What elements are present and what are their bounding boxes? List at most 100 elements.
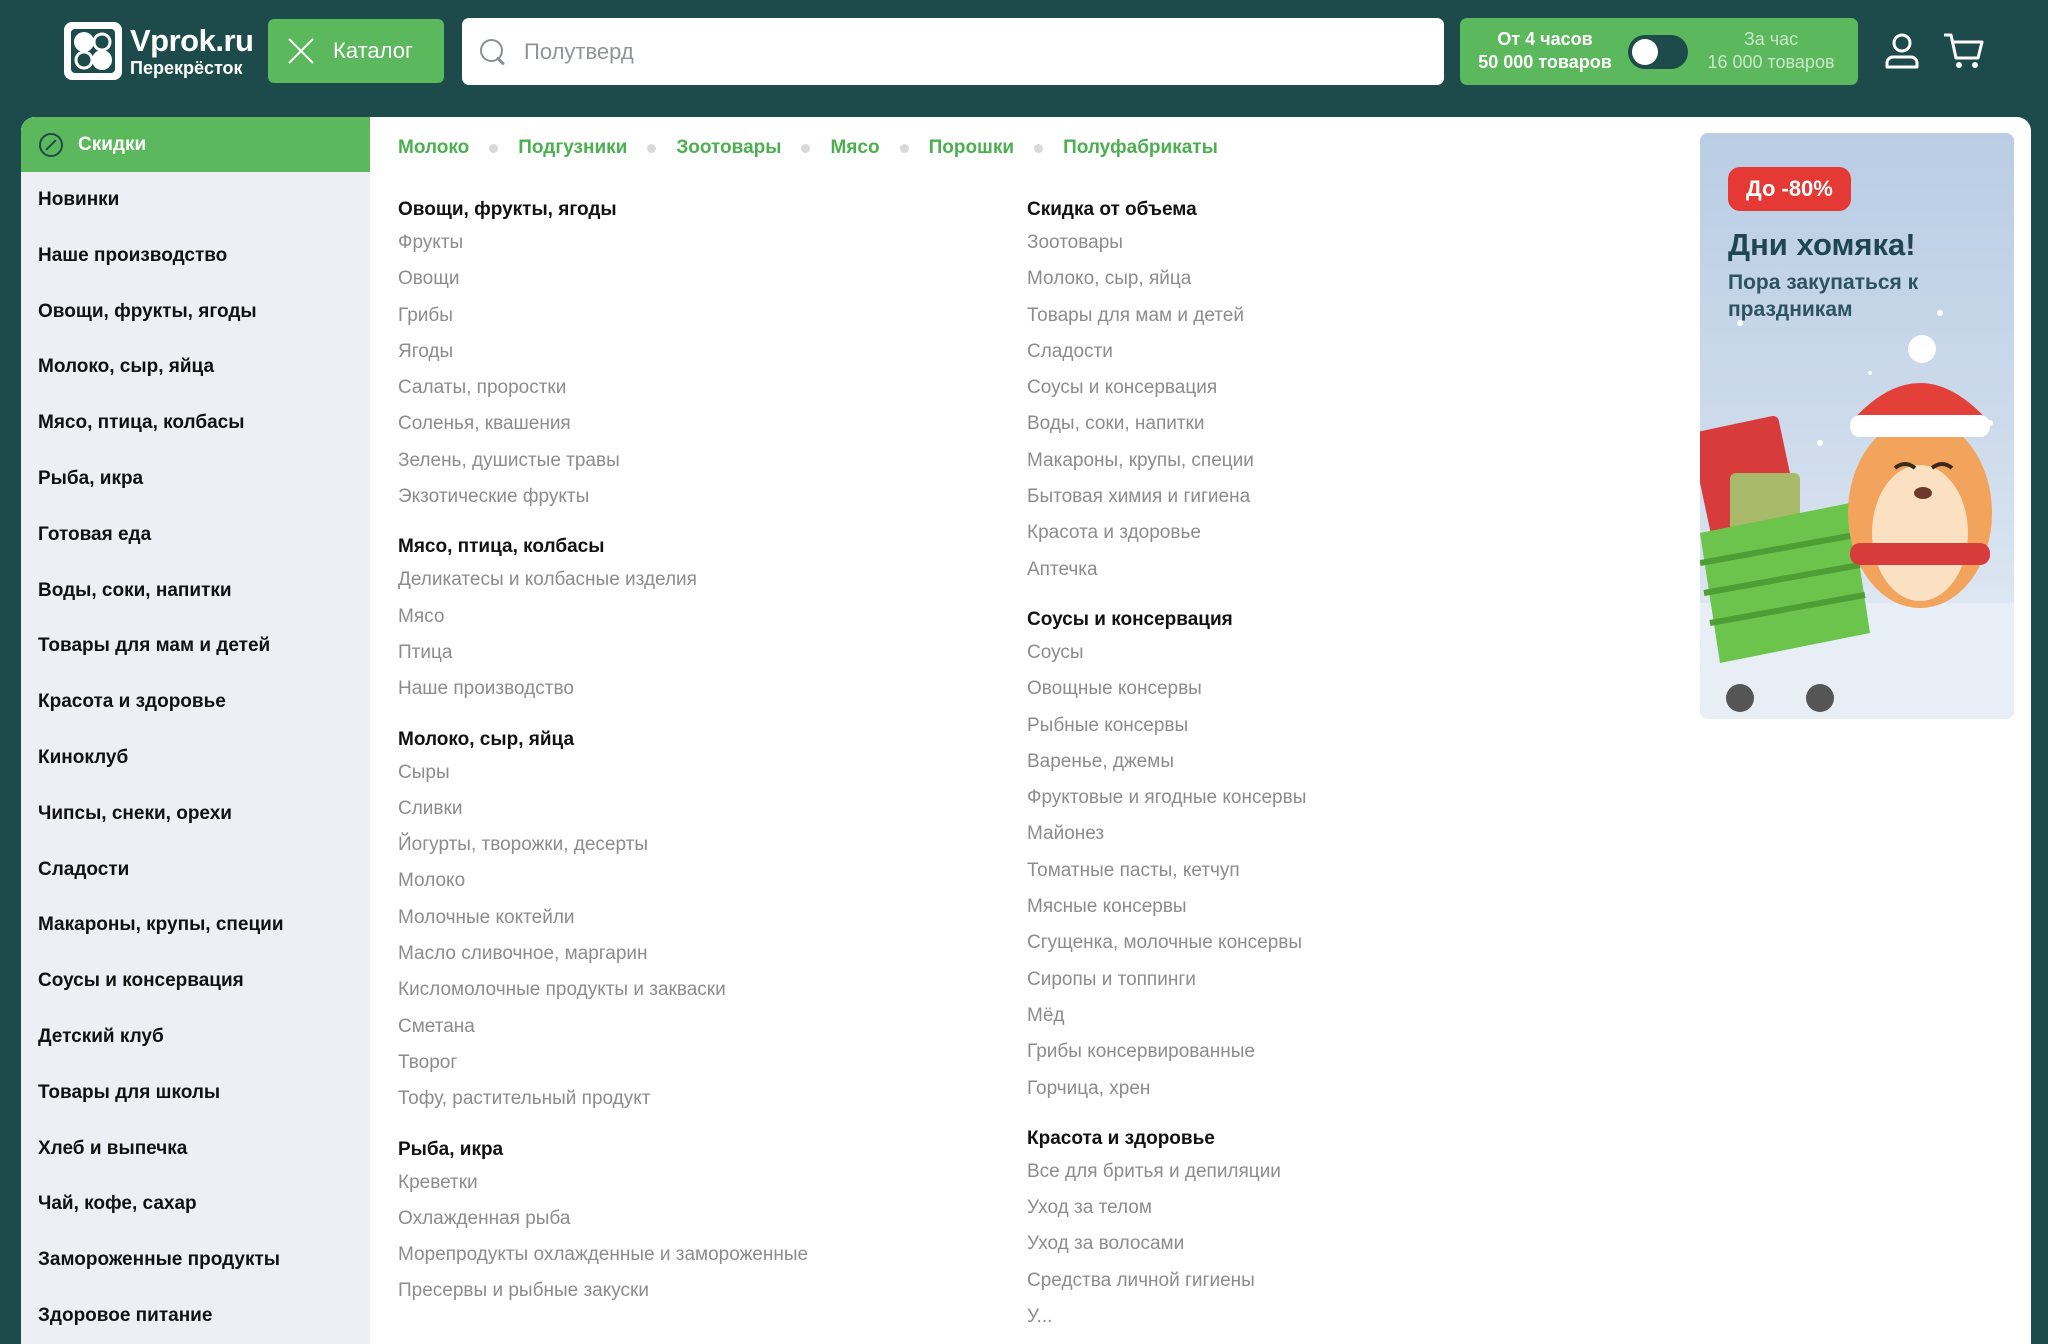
site-logo[interactable]: Vprok.ru Перекрёсток (64, 20, 254, 82)
subcategory-link[interactable]: Томатные пасты, кетчуп (1027, 853, 1647, 889)
sidebar-item[interactable]: Детский клуб (38, 1009, 358, 1065)
subcategory-link[interactable]: Сливки (398, 791, 1018, 827)
subcategory-group-title[interactable]: Скидка от объема (1027, 195, 1647, 225)
sidebar-item[interactable]: Соусы и консервация (38, 953, 358, 1009)
subcategory-link[interactable]: Рыбные консервы (1027, 708, 1647, 744)
sidebar-item[interactable]: Новинки (38, 172, 358, 228)
subcategory-link[interactable]: Сыры (398, 755, 1018, 791)
subcategory-link[interactable]: Наше производство (398, 671, 1018, 707)
quick-link[interactable]: Подгузники (518, 137, 627, 159)
subcategory-link[interactable]: Соусы (1027, 635, 1647, 671)
subcategory-link[interactable]: Воды, соки, напитки (1027, 406, 1647, 442)
subcategory-group-title[interactable]: Рыба, икра (398, 1135, 1018, 1165)
sidebar-item[interactable]: Хлеб и выпечка (38, 1121, 358, 1177)
subcategory-link[interactable]: Товары для мам и детей (1027, 298, 1647, 334)
subcategory-link[interactable]: Тофу, растительный продукт (398, 1081, 1018, 1117)
subcategory-link[interactable]: Грибы консервированные (1027, 1034, 1647, 1070)
sidebar-item-discounts[interactable]: Скидки (21, 117, 370, 172)
subcategory-link[interactable]: Фруктовые и ягодные консервы (1027, 780, 1647, 816)
subcategory-link[interactable]: Овощные консервы (1027, 671, 1647, 707)
sidebar-item[interactable]: Воды, соки, напитки (38, 563, 358, 619)
subcategory-link[interactable]: Салаты, проростки (398, 370, 1018, 406)
subcategory-link[interactable]: Творог (398, 1045, 1018, 1081)
subcategory-group-title[interactable]: Соусы и консервация (1027, 605, 1647, 635)
sidebar-item[interactable]: Мясо, птица, колбасы (38, 395, 358, 451)
subcategory-link[interactable]: Охлажденная рыба (398, 1201, 1018, 1237)
subcategory-link[interactable]: Средства личной гигиены (1027, 1263, 1647, 1299)
subcategory-link[interactable]: Макароны, крупы, специи (1027, 443, 1647, 479)
sidebar-item[interactable]: Замороженные продукты (38, 1232, 358, 1288)
sidebar-item[interactable]: Рыба, икра (38, 451, 358, 507)
sidebar-item[interactable]: Здоровое питание (38, 1288, 358, 1344)
subcategory-link[interactable]: Деликатесы и колбасные изделия (398, 562, 1018, 598)
subcategory-link[interactable]: Горчица, хрен (1027, 1071, 1647, 1107)
subcategory-link[interactable]: Мясные консервы (1027, 889, 1647, 925)
sidebar-item[interactable]: Макароны, крупы, специи (38, 897, 358, 953)
subcategory-link[interactable]: Пресервы и рыбные закуски (398, 1273, 1018, 1309)
subcategory-link[interactable]: Уход за волосами (1027, 1226, 1647, 1262)
subcategory-link[interactable]: Молочные коктейли (398, 900, 1018, 936)
subcategory-link[interactable]: Майонез (1027, 816, 1647, 852)
delivery-toggle[interactable] (1628, 35, 1688, 69)
subcategory-link[interactable]: Все для бритья и депиляции (1027, 1154, 1647, 1190)
subcategory-group-title[interactable]: Молоко, сыр, яйца (398, 725, 1018, 755)
subcategory-link[interactable]: Зелень, душистые травы (398, 443, 1018, 479)
subcategory-link[interactable]: Масло сливочное, маргарин (398, 936, 1018, 972)
subcategory-link[interactable]: Молоко, сыр, яйца (1027, 261, 1647, 297)
sidebar-item[interactable]: Чай, кофе, сахар (38, 1176, 358, 1232)
subcategory-link[interactable]: Соленья, квашения (398, 406, 1018, 442)
subcategory-link[interactable]: Ягоды (398, 334, 1018, 370)
cart-icon[interactable] (1944, 32, 1984, 70)
sidebar-item[interactable]: Чипсы, снеки, орехи (38, 786, 358, 842)
subcategory-link[interactable]: У... (1027, 1299, 1647, 1335)
subcategory-link[interactable]: Грибы (398, 298, 1018, 334)
sidebar-item[interactable]: Овощи, фрукты, ягоды (38, 284, 358, 340)
search-icon[interactable] (478, 37, 508, 67)
subcategory-link[interactable]: Бытовая химия и гигиена (1027, 479, 1647, 515)
catalog-button[interactable]: Каталог (268, 19, 444, 83)
subcategory-link[interactable]: Креветки (398, 1165, 1018, 1201)
sidebar-item[interactable]: Товары для школы (38, 1065, 358, 1121)
subcategory-link[interactable]: Молоко (398, 863, 1018, 899)
search-input[interactable] (524, 38, 1424, 65)
subcategory-link[interactable]: Мёд (1027, 998, 1647, 1034)
subcategory-group-title[interactable]: Мясо, птица, колбасы (398, 532, 1018, 562)
subcategory-link[interactable]: Экзотические фрукты (398, 479, 1018, 515)
sidebar-item[interactable]: Наше производство (38, 228, 358, 284)
quick-link[interactable]: Молоко (398, 137, 469, 159)
delivery-mode-switch[interactable]: От 4 часов 50 000 товаров За час 16 000 … (1460, 18, 1858, 85)
subcategory-link[interactable]: Зоотовары (1027, 225, 1647, 261)
subcategory-link[interactable]: Сладости (1027, 334, 1647, 370)
quick-link[interactable]: Зоотовары (676, 137, 781, 159)
subcategory-link[interactable]: Птица (398, 635, 1018, 671)
subcategory-link[interactable]: Сиропы и топпинги (1027, 962, 1647, 998)
subcategory-link[interactable]: Йогурты, творожки, десерты (398, 827, 1018, 863)
sidebar-item[interactable]: Красота и здоровье (38, 674, 358, 730)
sidebar-item[interactable]: Сладости (38, 842, 358, 898)
subcategory-link[interactable]: Морепродукты охлажденные и замороженные (398, 1237, 1018, 1273)
sidebar-item[interactable]: Готовая еда (38, 507, 358, 563)
quick-link[interactable]: Полуфабрикаты (1063, 137, 1218, 159)
sidebar-item[interactable]: Киноклуб (38, 730, 358, 786)
subcategory-link[interactable]: Кисломолочные продукты и закваски (398, 972, 1018, 1008)
subcategory-link[interactable]: Фрукты (398, 225, 1018, 261)
delivery-option-express[interactable]: За час 16 000 товаров (1696, 28, 1846, 74)
quick-link[interactable]: Порошки (929, 137, 1015, 159)
subcategory-link[interactable]: Аптечка (1027, 552, 1647, 588)
subcategory-group-title[interactable]: Овощи, фрукты, ягоды (398, 195, 1018, 225)
subcategory-link[interactable]: Уход за телом (1027, 1190, 1647, 1226)
subcategory-link[interactable]: Мясо (398, 599, 1018, 635)
subcategory-link[interactable]: Овощи (398, 261, 1018, 297)
delivery-option-standard[interactable]: От 4 часов 50 000 товаров (1472, 28, 1618, 74)
subcategory-link[interactable]: Сгущенка, молочные консервы (1027, 925, 1647, 961)
subcategory-link[interactable]: Красота и здоровье (1027, 515, 1647, 551)
subcategory-link[interactable]: Соусы и консервация (1027, 370, 1647, 406)
search-bar[interactable] (462, 18, 1444, 85)
subcategory-link[interactable]: Сметана (398, 1009, 1018, 1045)
subcategory-link[interactable]: Варенье, джемы (1027, 744, 1647, 780)
user-icon[interactable] (1884, 32, 1920, 70)
subcategory-group-title[interactable]: Красота и здоровье (1027, 1124, 1647, 1154)
quick-link[interactable]: Мясо (830, 137, 879, 159)
promo-banner[interactable]: До -80% Дни хомяка! Пора закупаться к пр… (1700, 133, 2014, 719)
sidebar-item[interactable]: Товары для мам и детей (38, 618, 358, 674)
